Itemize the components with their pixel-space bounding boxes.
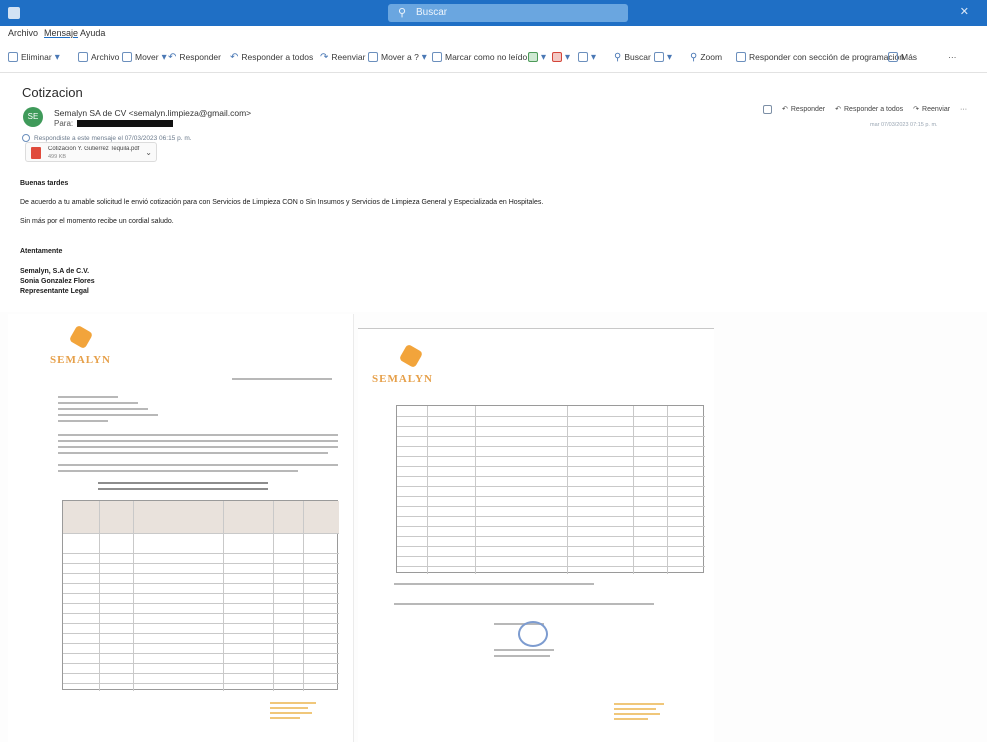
category-icon xyxy=(528,52,538,62)
tab-archivo[interactable]: Archivo xyxy=(8,28,38,38)
close-icon[interactable]: ✕ xyxy=(960,5,969,18)
outlook-icon xyxy=(8,7,20,19)
overflow-button[interactable]: ··· xyxy=(948,50,957,64)
move-button[interactable]: Mover ▾ xyxy=(122,50,167,64)
calendar-icon xyxy=(736,52,746,62)
sender[interactable]: Semalyn SA de CV <semalyn.limpieza@gmail… xyxy=(54,108,251,118)
forward-icon: ↷ xyxy=(913,106,920,113)
policy-icon xyxy=(578,52,588,62)
footer-address-1 xyxy=(270,702,316,722)
sign-off: Atentamente xyxy=(20,248,63,255)
chevron-down-icon[interactable]: ⌄ xyxy=(145,148,152,157)
attachment-size: 499 KB xyxy=(48,154,67,160)
info-icon xyxy=(22,134,30,142)
reply-all-button[interactable]: ↶ Responder a todos xyxy=(230,50,313,64)
attachment-name: Cotizacion Y. Gutierrez Tequila.pdf xyxy=(48,146,140,152)
scan-page-1: SEMALYN xyxy=(8,314,354,742)
magnifier-icon: ⚲ xyxy=(614,51,622,63)
reply-schedule-button[interactable]: Responder con sección de programación xyxy=(736,50,904,64)
categorize-button[interactable]: ▾ xyxy=(528,50,546,64)
avatar[interactable]: SE xyxy=(23,107,43,127)
logo-icon xyxy=(68,324,94,350)
quote-table-2 xyxy=(396,405,705,574)
reply-all-icon: ↶ xyxy=(835,106,841,113)
forward-icon: ↷ xyxy=(320,51,329,63)
envelope-icon xyxy=(432,52,442,62)
zoom-button[interactable]: ⚲ Zoom xyxy=(690,50,722,64)
translate-icon xyxy=(654,52,664,62)
reply-icon: ↶ xyxy=(168,51,177,63)
archive-icon xyxy=(78,52,88,62)
move-to-icon xyxy=(368,52,378,62)
menu-tabs: Archivo Mensaje Ayuda xyxy=(0,26,987,40)
mark-unread-button[interactable]: Marcar como no leído xyxy=(432,50,527,64)
folder-icon xyxy=(122,52,132,62)
closing-line: Sin más por el momento recibe un cordial… xyxy=(20,218,174,225)
quote-table-1 xyxy=(62,500,339,691)
signature-stamp xyxy=(518,621,548,647)
flag-icon xyxy=(552,52,562,62)
emoji-button[interactable] xyxy=(763,104,772,114)
scan-page-2: SEMALYN xyxy=(358,328,714,742)
to-label: Para: xyxy=(54,119,74,128)
more-apps-button[interactable]: Más xyxy=(888,50,917,64)
flag-button[interactable]: ▾ xyxy=(552,50,570,64)
logo-text: SEMALYN xyxy=(50,354,111,366)
zoom-icon: ⚲ xyxy=(690,51,698,63)
delete-button[interactable]: Eliminar ▾ xyxy=(8,50,60,64)
trash-icon xyxy=(8,52,18,62)
message-subject: Cotizacion xyxy=(22,85,83,100)
tab-mensaje[interactable]: Mensaje xyxy=(44,28,78,38)
footer-address-2 xyxy=(614,703,664,723)
body-paragraph: De acuerdo a tu amable solicitud le envi… xyxy=(20,199,544,206)
smiley-icon xyxy=(763,104,772,114)
search-placeholder: Buscar xyxy=(416,7,448,18)
apps-icon xyxy=(888,52,898,62)
reply-button[interactable]: ↶ Responder xyxy=(168,50,221,64)
info-text: Respondiste a este mensaje el 07/03/2023… xyxy=(34,134,192,142)
logo-text: SEMALYN xyxy=(372,373,433,385)
forward-button[interactable]: ↷ Reenviar xyxy=(320,50,365,64)
redacted-recipient xyxy=(77,120,174,127)
info-bar: Respondiste a este mensaje el 07/03/2023… xyxy=(22,134,192,142)
move-to-button[interactable]: Mover a ? ▾ xyxy=(368,50,427,64)
greeting: Buenas tardes xyxy=(20,180,69,187)
search-icon: ⚲ xyxy=(398,7,407,19)
tab-ayuda[interactable]: Ayuda xyxy=(80,28,105,38)
signature-company: Semalyn, S.A de C.V. xyxy=(20,268,90,275)
ribbon-toolbar: Eliminar ▾ Archivo Mover ▾ ↶ Responder ↶ Res… xyxy=(0,41,987,73)
recipient-row: Para: xyxy=(54,119,174,128)
find-button[interactable]: ⚲ Buscar xyxy=(614,50,651,64)
message-actions: ↶ Responder ↶ Responder a todos ↷ Reenviar … xyxy=(763,102,967,116)
signature-title: Representante Legal xyxy=(20,288,89,295)
policy-button[interactable]: ▾ xyxy=(578,50,596,64)
action-forward-button[interactable]: ↷ Reenviar xyxy=(913,105,950,114)
action-reply-button[interactable]: ↶ Responder xyxy=(782,105,825,114)
search-box[interactable]: ⚲ Buscar xyxy=(388,4,628,22)
action-more-button[interactable]: ··· xyxy=(960,106,967,113)
logo-icon xyxy=(398,343,424,369)
message-date: mar 07/03/2023 07:15 p. m. xyxy=(870,122,938,128)
more-icon: ··· xyxy=(948,52,957,62)
action-reply-all-button[interactable]: ↶ Responder a todos xyxy=(835,105,903,114)
pdf-icon xyxy=(31,147,41,159)
title-bar: ⚲ Buscar ✕ xyxy=(0,0,987,26)
reply-all-icon: ↶ xyxy=(230,51,239,63)
signature-name: Sonia Gonzalez Flores xyxy=(20,278,95,285)
archive-button[interactable]: Archivo xyxy=(78,50,119,64)
attachment-card[interactable]: Cotizacion Y. Gutierrez Tequila.pdf 499 … xyxy=(25,142,157,162)
translate-button[interactable]: ▾ xyxy=(654,50,672,64)
reply-icon: ↶ xyxy=(782,106,788,113)
